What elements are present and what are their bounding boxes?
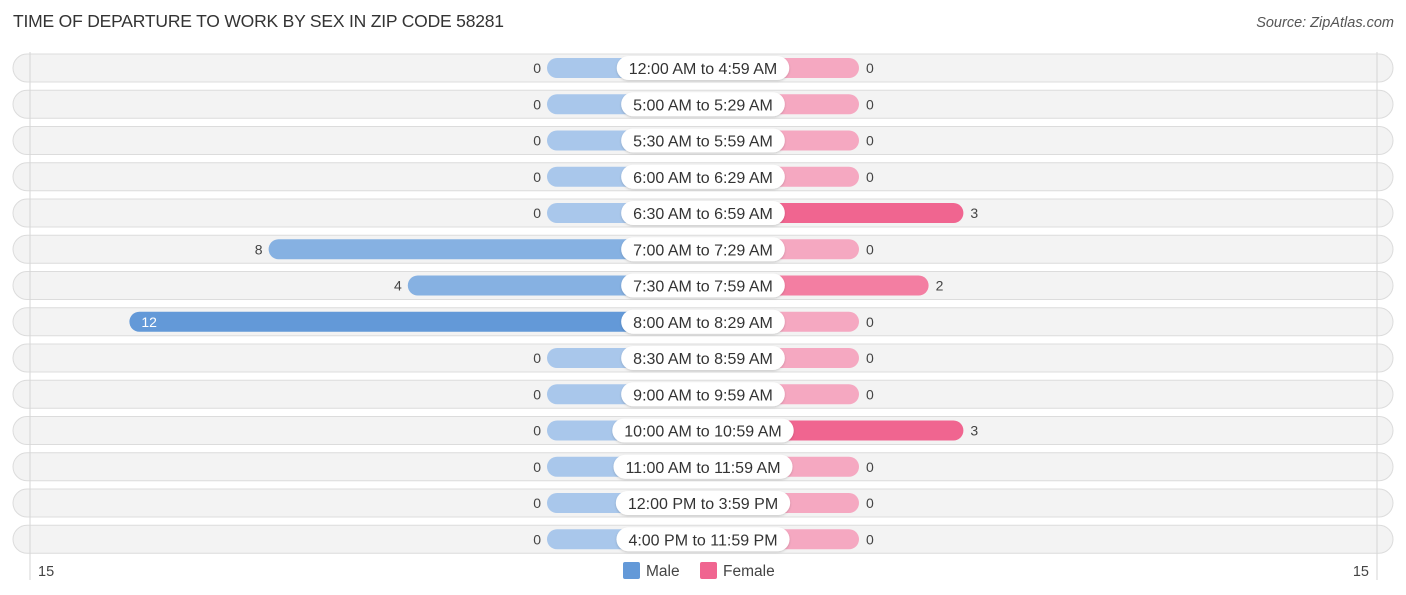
value-label-female: 0 xyxy=(866,459,874,475)
value-label-male: 0 xyxy=(533,60,541,76)
value-label-male: 0 xyxy=(533,133,541,149)
category-label: 5:30 AM to 5:59 AM xyxy=(633,134,773,151)
category-label: 11:00 AM to 11:59 AM xyxy=(625,460,780,477)
value-label-female: 0 xyxy=(866,241,874,257)
value-label-female: 0 xyxy=(866,350,874,366)
value-label-male: 8 xyxy=(255,241,263,257)
category-label: 7:00 AM to 7:29 AM xyxy=(633,242,773,259)
category-label: 7:30 AM to 7:59 AM xyxy=(633,279,773,296)
legend-label-female: Female xyxy=(723,563,775,580)
value-label-female: 0 xyxy=(866,386,874,402)
category-label: 6:30 AM to 6:59 AM xyxy=(633,206,773,223)
value-label-female: 3 xyxy=(970,205,978,221)
category-label: 9:00 AM to 9:59 AM xyxy=(633,387,773,404)
value-label-female: 0 xyxy=(866,495,874,511)
value-label-female: 2 xyxy=(936,278,944,294)
category-label: 5:00 AM to 5:29 AM xyxy=(633,97,773,114)
legend-swatch-female xyxy=(700,562,717,579)
legend: Male Female xyxy=(623,562,775,580)
value-label-female: 0 xyxy=(866,96,874,112)
value-label-female: 0 xyxy=(866,169,874,185)
value-label-male: 0 xyxy=(533,96,541,112)
value-label-female: 0 xyxy=(866,60,874,76)
bar-male xyxy=(129,311,703,332)
value-label-male: 4 xyxy=(394,278,402,294)
category-label: 12:00 PM to 3:59 PM xyxy=(628,496,778,513)
value-label-male: 0 xyxy=(533,531,541,547)
value-label-female: 0 xyxy=(866,314,874,330)
value-label-male: 0 xyxy=(533,459,541,475)
value-label-male: 0 xyxy=(533,350,541,366)
value-label-female: 0 xyxy=(866,531,874,547)
value-label-male: 0 xyxy=(533,386,541,402)
value-label-male: 0 xyxy=(533,205,541,221)
category-label: 8:00 AM to 8:29 AM xyxy=(633,315,773,332)
value-label-female: 3 xyxy=(970,423,978,439)
category-label: 8:30 AM to 8:59 AM xyxy=(633,351,773,368)
axis-tick-left: 15 xyxy=(38,564,54,580)
value-label-male: 0 xyxy=(533,423,541,439)
value-label-female: 0 xyxy=(866,133,874,149)
value-label-male: 0 xyxy=(533,495,541,511)
diverging-bar-chart: 0 0 12:00 AM to 4:59 AM 0 0 5:00 AM to 5:29 A… xyxy=(12,52,1394,580)
legend-label-male: Male xyxy=(646,563,680,580)
category-label: 4:00 PM to 11:59 PM xyxy=(628,532,777,549)
category-label: 6:00 AM to 6:29 AM xyxy=(633,170,773,187)
category-label: 12:00 AM to 4:59 AM xyxy=(629,61,778,78)
category-label: 10:00 AM to 10:59 AM xyxy=(624,424,781,441)
value-label-male: 12 xyxy=(141,314,157,330)
axis-tick-right: 15 xyxy=(1353,564,1369,580)
value-label-male: 0 xyxy=(533,169,541,185)
legend-swatch-male xyxy=(623,562,640,579)
